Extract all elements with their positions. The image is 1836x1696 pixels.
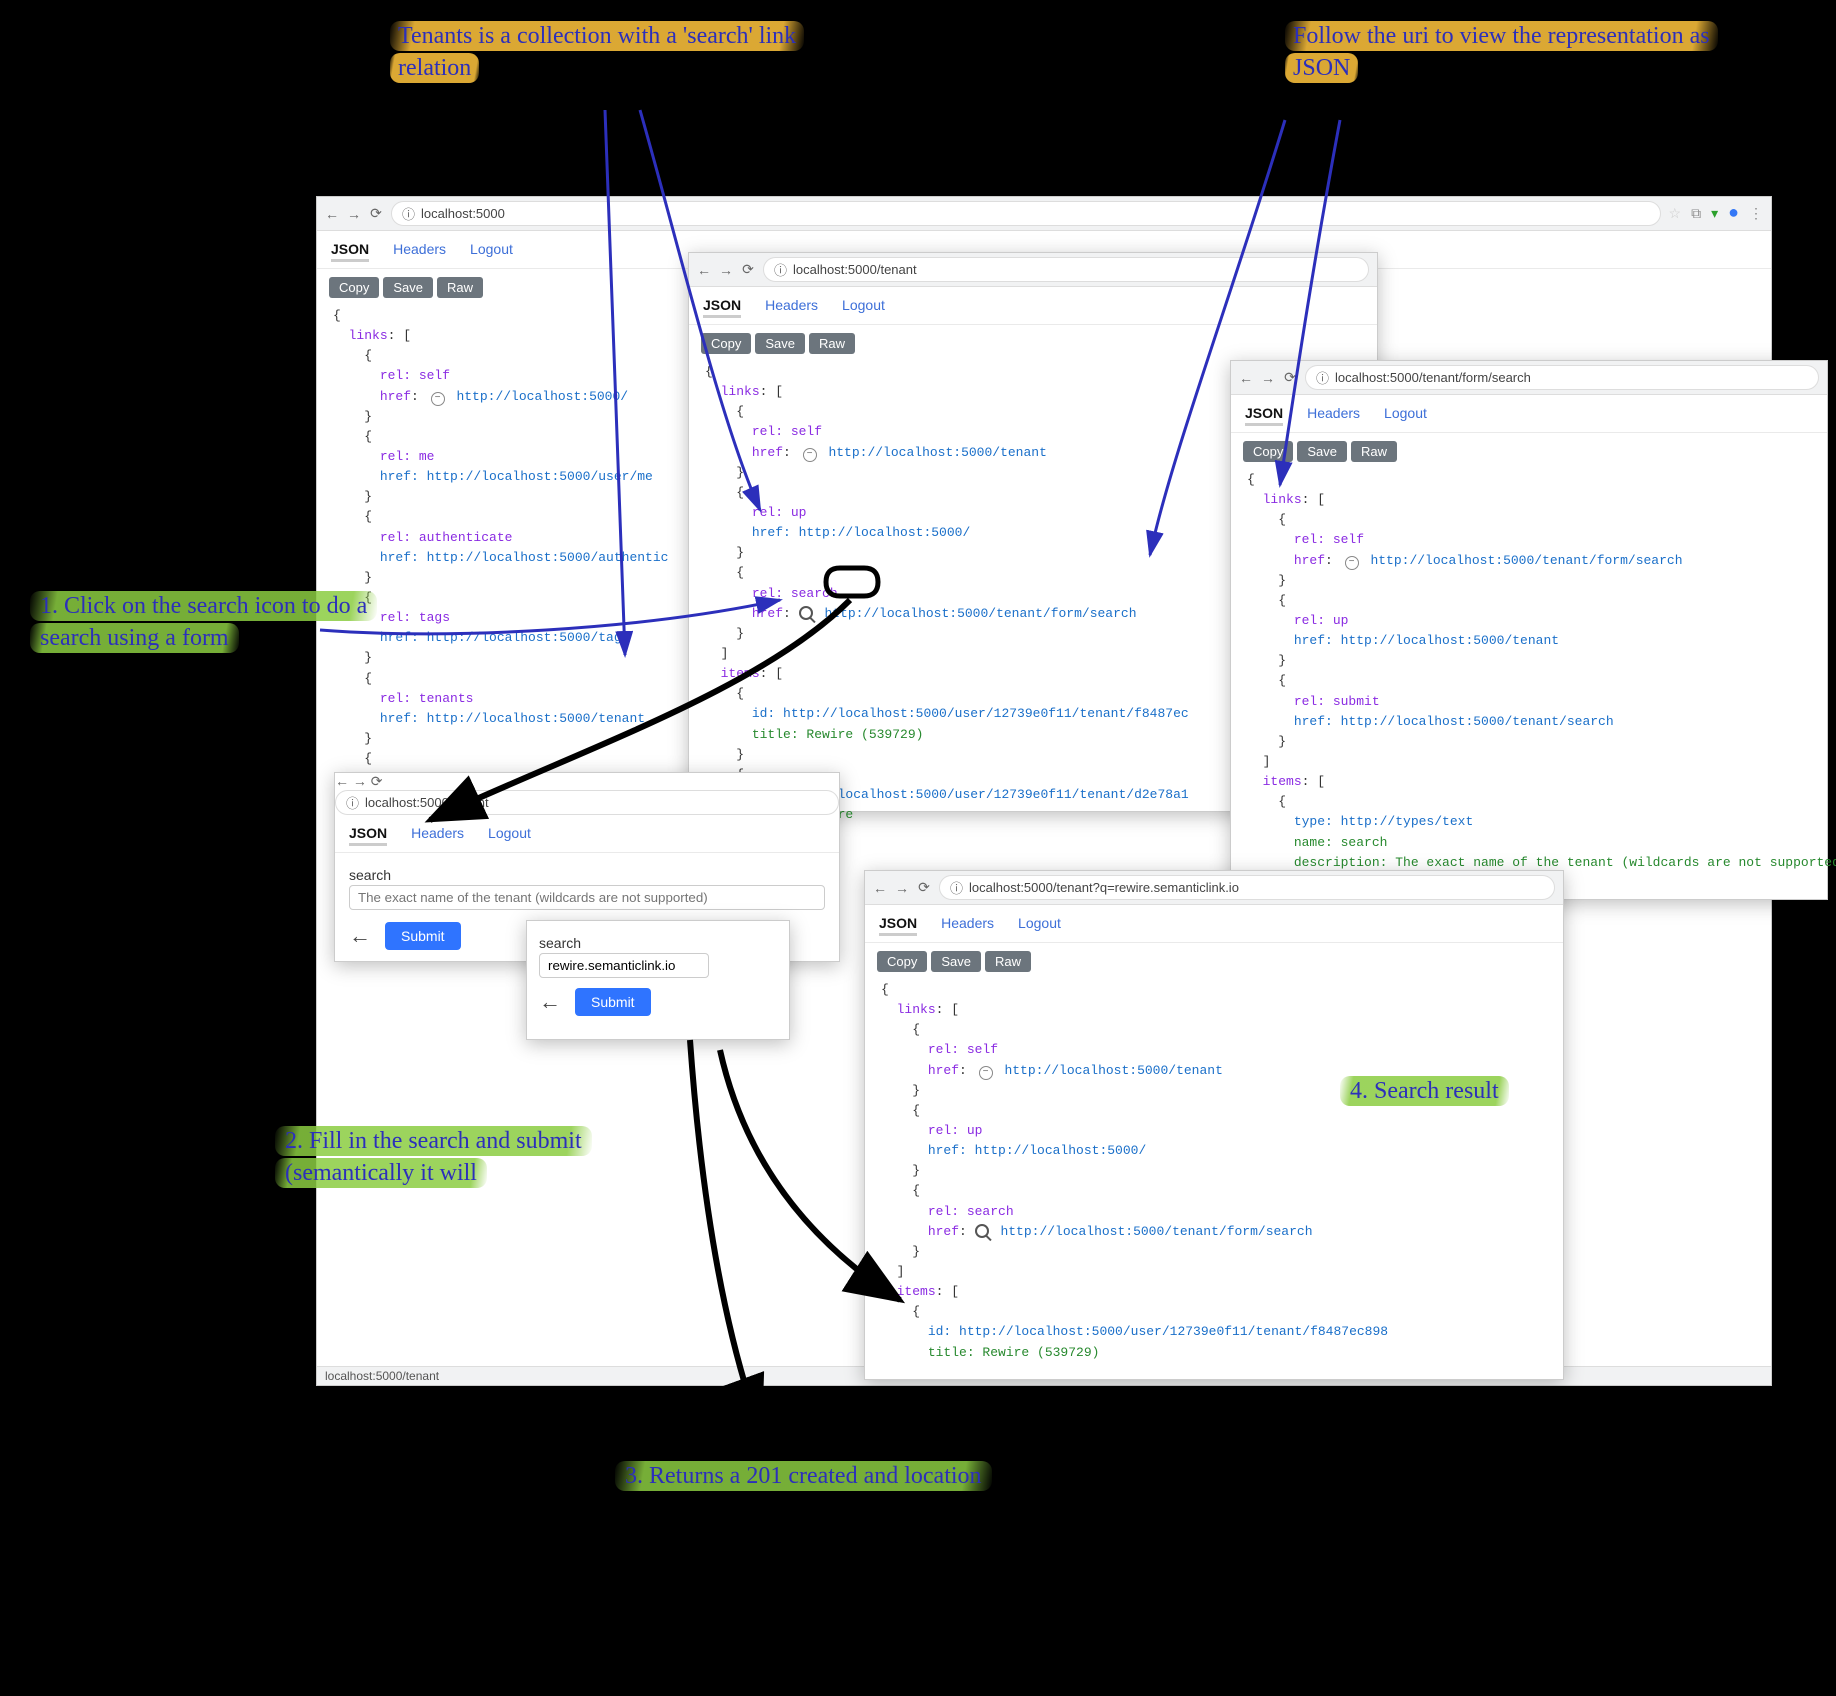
raw-button[interactable]: Raw [985,951,1031,972]
search-label: search [349,867,825,883]
tab-logout[interactable]: Logout [1384,403,1427,426]
profile-icon[interactable]: ● [1728,205,1739,222]
tab-json[interactable]: JSON [703,295,741,318]
copy-button[interactable]: Copy [329,277,379,298]
nav-back-icon[interactable]: ← [335,773,349,789]
tab-headers[interactable]: Headers [393,239,446,262]
back-arrow-icon[interactable]: ← [539,989,561,1015]
window-search-results: ← → ⟳ ⓘ localhost:5000/tenant?q=rewire.s… [864,870,1564,1380]
tab-headers[interactable]: Headers [765,295,818,318]
save-button[interactable]: Save [383,277,433,298]
url-text: localhost:5000/tenant [793,262,917,277]
search-input[interactable] [539,953,709,978]
nav-back-icon[interactable]: ← [1239,370,1253,386]
save-button[interactable]: Save [1297,441,1347,462]
copy-button[interactable]: Copy [877,951,927,972]
nav-reload-icon[interactable]: ⟳ [1283,369,1297,386]
submit-button[interactable]: Submit [575,988,651,1016]
tab-json[interactable]: JSON [331,239,369,262]
nav-reload-icon[interactable]: ⟳ [741,261,755,278]
tab-logout[interactable]: Logout [470,239,513,262]
search-label: search [539,935,777,951]
raw-button[interactable]: Raw [437,277,483,298]
nav-reload-icon[interactable]: ⟳ [369,205,383,222]
nav-back-icon[interactable]: ← [325,206,339,222]
annotation-step-3: 3. Returns a 201 created and location [615,1460,995,1492]
info-icon: ⓘ [346,793,359,812]
url-bar[interactable]: ⓘ localhost:5000/tenant [335,790,839,815]
tab-headers[interactable]: Headers [1307,403,1360,426]
nav-forward-icon[interactable]: → [347,206,361,222]
url-text: localhost:5000 [421,206,505,221]
search-icon[interactable] [799,606,813,620]
url-text: localhost:5000/tenant?q=rewire.semanticl… [969,880,1239,895]
tab-json[interactable]: JSON [879,913,917,936]
copy-button[interactable]: Copy [1243,441,1293,462]
nav-reload-icon[interactable]: ⟳ [917,879,931,896]
nav-forward-icon[interactable]: → [719,262,733,278]
save-button[interactable]: Save [931,951,981,972]
search-input-readonly[interactable] [349,885,825,910]
submit-button[interactable]: Submit [385,922,461,950]
info-icon: ⓘ [774,260,787,279]
annotation-tenants-collection: Tenants is a collection with a 'search' … [390,20,830,85]
nav-forward-icon[interactable]: → [895,880,909,896]
nav-forward-icon[interactable]: → [1261,370,1275,386]
browser-chrome: ← → ⟳ ⓘ localhost:5000 ☆ ⧉ ▾ ● ⋮ [317,197,1771,231]
annotation-step-1: 1. Click on the search icon to do a sear… [30,590,370,655]
raw-button[interactable]: Raw [1351,441,1397,462]
url-bar[interactable]: ⓘ localhost:5000/tenant/form/search [1305,365,1819,390]
menu-icon[interactable]: ⋮ [1749,205,1763,222]
info-icon: ⓘ [402,204,415,223]
nav-forward-icon[interactable]: → [353,773,367,789]
info-icon: ⓘ [950,878,963,897]
url-bar[interactable]: ⓘ localhost:5000/tenant?q=rewire.semanti… [939,875,1555,900]
json-payload-search-form: { links: [ { rel: self href: − http://lo… [1231,470,1827,889]
url-text: localhost:5000/tenant [365,795,489,810]
nav-back-icon[interactable]: ← [697,262,711,278]
tab-json[interactable]: JSON [1245,403,1283,426]
info-icon: ⓘ [1316,368,1329,387]
nav-reload-icon[interactable]: ⟳ [371,773,383,789]
back-arrow-icon[interactable]: ← [349,923,371,949]
copy-button[interactable]: Copy [701,333,751,354]
url-bar[interactable]: ⓘ localhost:5000/tenant [763,257,1369,282]
link-tenants[interactable]: href: http://localhost:5000/tenant [380,711,645,726]
star-icon[interactable]: ☆ [1669,205,1682,222]
url-bar[interactable]: ⓘ localhost:5000 [391,201,1661,226]
cart-icon[interactable]: ⧉ [1691,205,1701,222]
link-search-form[interactable]: http://localhost:5000/tenant/form/search [824,606,1136,621]
tab-headers[interactable]: Headers [941,913,994,936]
tab-json[interactable]: JSON [349,823,387,846]
tab-logout[interactable]: Logout [1018,913,1061,936]
url-text: localhost:5000/tenant/form/search [1335,370,1531,385]
browser-chrome: ← → ⟳ ⓘ localhost:5000/tenant [689,253,1377,287]
window-search-form: ← → ⟳ ⓘ localhost:5000/tenant/form/searc… [1230,360,1828,900]
search-icon[interactable] [975,1224,989,1238]
nav-back-icon[interactable]: ← [873,880,887,896]
save-button[interactable]: Save [755,333,805,354]
tab-headers[interactable]: Headers [411,823,464,846]
annotation-step-4: 4. Search result [1340,1075,1620,1107]
tab-logout[interactable]: Logout [488,823,531,846]
tab-logout[interactable]: Logout [842,295,885,318]
extension-icon[interactable]: ▾ [1711,205,1718,222]
json-payload-results: { links: [ { rel: self href: − http://lo… [865,980,1563,1379]
search-form-panel-filled: search ← Submit [526,920,790,1040]
annotation-step-2: 2. Fill in the search and submit (semant… [275,1125,625,1190]
annotation-follow-uri: Follow the uri to view the representatio… [1285,20,1735,85]
raw-button[interactable]: Raw [809,333,855,354]
